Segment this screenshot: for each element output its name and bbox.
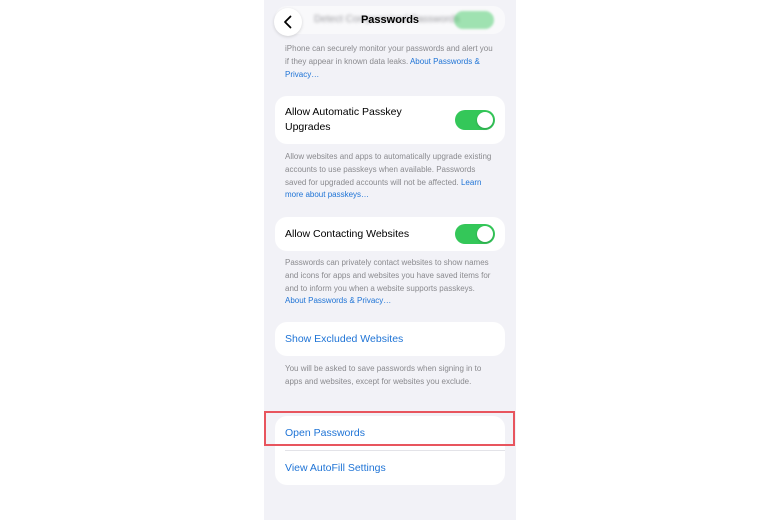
- contacting-websites-toggle[interactable]: [455, 224, 495, 244]
- contacting-websites-group: Allow Contacting Websites: [275, 217, 505, 251]
- toggle-knob: [477, 226, 493, 242]
- contacting-websites-label: Allow Contacting Websites: [285, 227, 410, 240]
- navigation-bar: Passwords: [264, 0, 516, 44]
- contacting-footer-text: Passwords can privately contact websites…: [285, 258, 491, 293]
- show-excluded-websites-label: Show Excluded Websites: [285, 332, 404, 345]
- about-privacy-link-2[interactable]: About Passwords & Privacy…: [285, 296, 391, 305]
- excluded-websites-group: Show Excluded Websites: [275, 322, 505, 356]
- passkey-upgrades-group: Allow Automatic Passkey Upgrades: [275, 96, 505, 144]
- settings-screen: Detect Compromised Passwords Passwords i…: [264, 0, 516, 520]
- toggle-knob: [477, 112, 493, 128]
- view-autofill-settings-button[interactable]: View AutoFill Settings: [275, 451, 505, 485]
- excluded-footer: You will be asked to save passwords when…: [285, 363, 497, 389]
- open-passwords-label: Open Passwords: [285, 426, 365, 439]
- contacting-websites-row[interactable]: Allow Contacting Websites: [275, 217, 505, 251]
- excluded-footer-text: You will be asked to save passwords when…: [285, 364, 482, 386]
- page-title: Passwords: [360, 14, 420, 26]
- show-excluded-websites-button[interactable]: Show Excluded Websites: [275, 322, 505, 356]
- detect-footer: iPhone can securely monitor your passwor…: [285, 43, 497, 81]
- passkey-upgrades-label: Allow Automatic Passkey Upgrades: [285, 106, 402, 133]
- passkey-footer: Allow websites and apps to automatically…: [285, 151, 497, 202]
- contacting-footer: Passwords can privately contact websites…: [285, 257, 497, 308]
- passkey-upgrades-row[interactable]: Allow Automatic Passkey Upgrades: [275, 96, 505, 144]
- bottom-links-group: Open Passwords View AutoFill Settings: [275, 416, 505, 485]
- open-passwords-button[interactable]: Open Passwords: [275, 416, 505, 450]
- view-autofill-settings-label: View AutoFill Settings: [285, 461, 386, 474]
- passkey-upgrades-toggle[interactable]: [455, 110, 495, 130]
